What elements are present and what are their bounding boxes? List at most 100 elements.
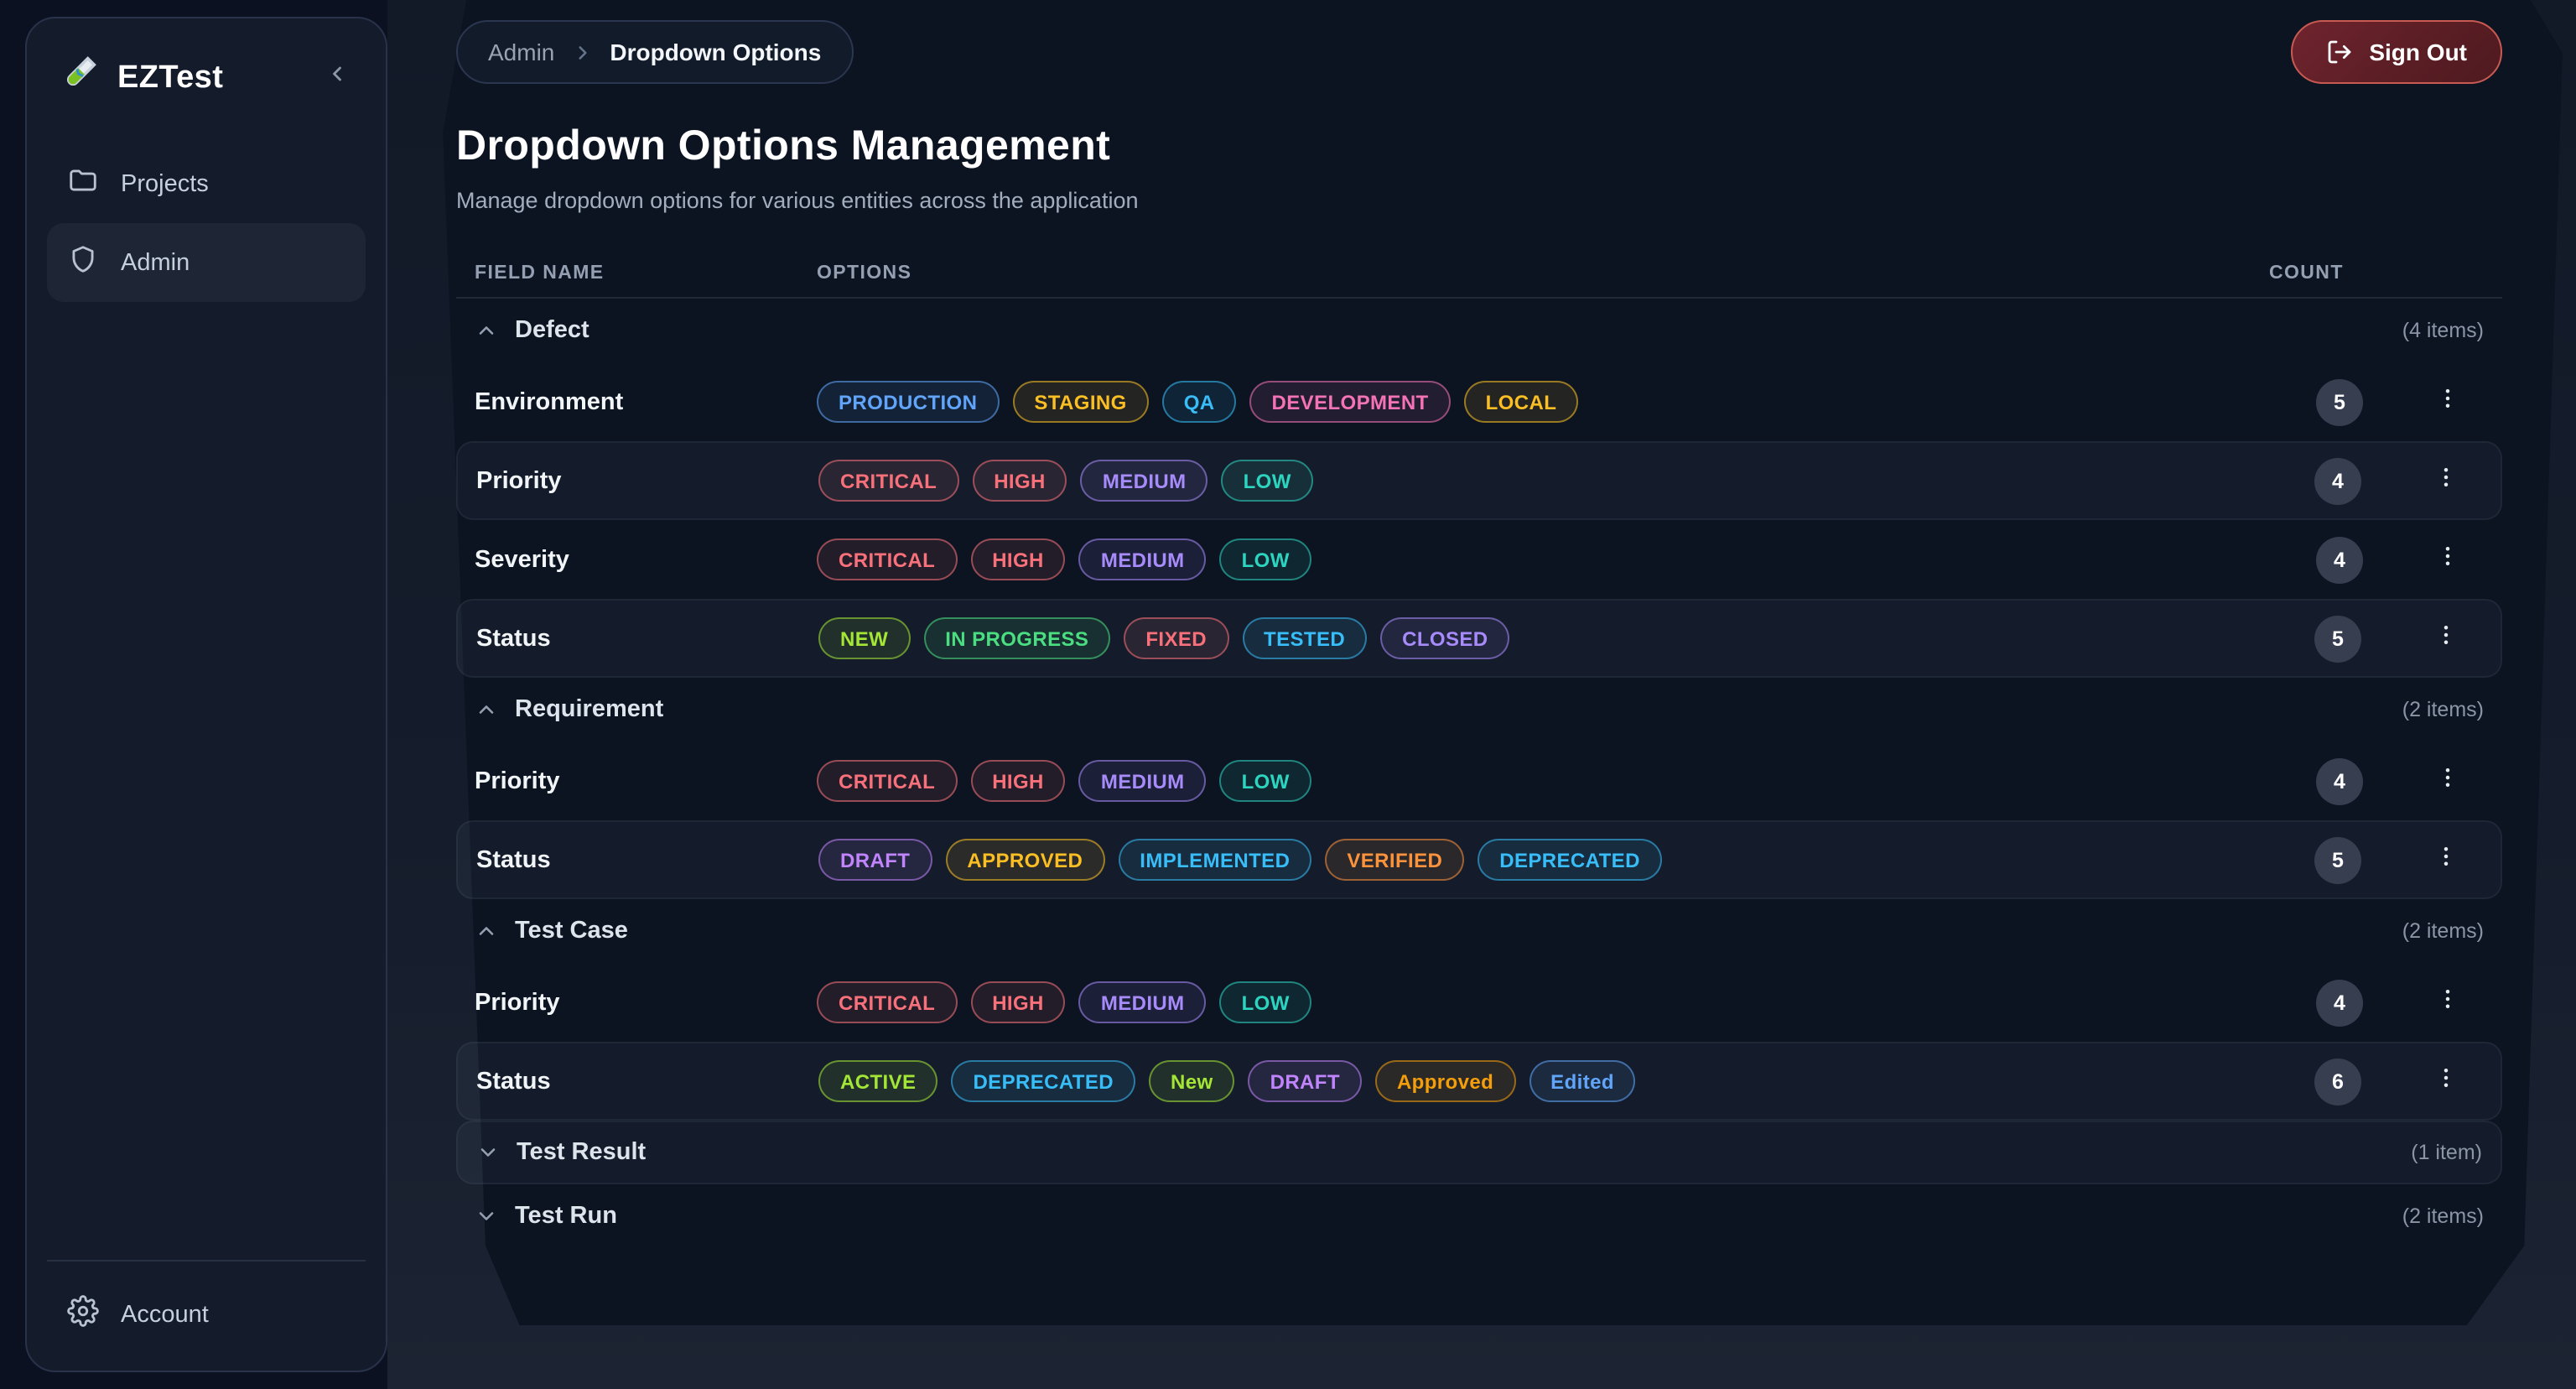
table-row: PriorityCRITICALHIGHMEDIUMLOW 4 (456, 441, 2502, 520)
row-menu-button[interactable] (2423, 459, 2467, 502)
breadcrumb-current: Dropdown Options (610, 39, 821, 65)
test-tube-icon (57, 52, 101, 104)
sidebar-item-account[interactable]: Account (47, 1275, 366, 1354)
row-menu-button[interactable] (2425, 759, 2469, 803)
count-badge: 4 (2314, 457, 2361, 504)
column-header-field-name: FIELD NAME (475, 263, 817, 283)
count-column: 4 (2269, 757, 2410, 804)
sidebar-footer: Account (47, 1260, 366, 1354)
option-badge: LOCAL (1464, 381, 1579, 423)
group-header-test-run[interactable]: Test Run(2 items) (456, 1184, 2502, 1248)
options-badges: PRODUCTIONSTAGINGQADEVELOPMENTLOCAL (817, 381, 2269, 423)
topbar: Admin Dropdown Options Sign Out (456, 0, 2502, 84)
chevron-down-icon (476, 1141, 500, 1164)
option-badge: LOW (1222, 460, 1313, 502)
option-badge: LOW (1220, 981, 1311, 1023)
table-row: StatusACTIVEDEPRECATEDNewDRAFTApprovedEd… (456, 1042, 2502, 1121)
row-menu-button[interactable] (2423, 1059, 2467, 1103)
sidebar-collapse-button[interactable] (325, 62, 356, 94)
count-badge: 5 (2316, 378, 2363, 425)
count-badge: 4 (2316, 757, 2363, 804)
row-menu-button[interactable] (2425, 981, 2469, 1024)
options-table: FIELD NAME OPTIONS COUNT Defect (4 items)… (456, 248, 2502, 1248)
group-header-defect[interactable]: Defect (4 items) (456, 299, 2502, 362)
sign-out-label: Sign Out (2369, 39, 2467, 65)
menu-column (2410, 759, 2484, 803)
option-badge: CLOSED (1380, 617, 1509, 659)
field-name: Status (476, 1068, 818, 1095)
sidebar-item-admin[interactable]: Admin (47, 223, 366, 302)
field-name: Priority (476, 467, 818, 494)
field-name: Status (476, 625, 818, 652)
count-badge: 5 (2314, 615, 2361, 662)
folder-icon (67, 164, 99, 203)
option-badge: FIXED (1124, 617, 1228, 659)
option-badge: DEPRECATED (951, 1060, 1135, 1102)
option-badge: CRITICAL (817, 538, 957, 580)
group-items-count: (1 item) (2411, 1141, 2482, 1164)
menu-column (2408, 459, 2482, 502)
breadcrumb-admin-link[interactable]: Admin (488, 39, 554, 65)
kebab-icon (2434, 986, 2459, 1019)
row-menu-button[interactable] (2423, 616, 2467, 660)
logout-icon (2325, 39, 2352, 65)
option-badge: ACTIVE (818, 1060, 937, 1102)
group-items-count: (4 items) (2402, 319, 2484, 342)
option-badge: CRITICAL (818, 460, 958, 502)
chevron-left-icon (325, 62, 349, 94)
sidebar-item-projects[interactable]: Projects (47, 144, 366, 223)
row-menu-button[interactable] (2425, 380, 2469, 424)
option-badge: QA (1162, 381, 1237, 423)
menu-column (2408, 616, 2482, 660)
group-name: Defect (515, 317, 589, 344)
options-badges: NEW IN PROGRESS FIXED TESTED CLOSED (818, 617, 2267, 659)
option-badge: TESTED (1242, 617, 1367, 659)
count-badge: 4 (2316, 536, 2363, 583)
count-badge: 4 (2316, 979, 2363, 1026)
field-name: Environment (475, 388, 817, 415)
main-content: Admin Dropdown Options Sign Out Dropdown… (387, 0, 2576, 1389)
menu-column (2410, 538, 2484, 581)
options-badges: ACTIVEDEPRECATEDNewDRAFTApprovedEdited (818, 1060, 2267, 1102)
count-column: 4 (2269, 979, 2410, 1026)
row-menu-button[interactable] (2425, 538, 2469, 581)
option-badge: STAGING (1012, 381, 1148, 423)
kebab-icon (2434, 764, 2459, 798)
menu-column (2408, 838, 2482, 882)
option-badge: DRAFT (1249, 1060, 1362, 1102)
group-name: Test Result (517, 1139, 646, 1166)
option-badge: DRAFT (818, 839, 932, 881)
option-badge: LOW (1220, 760, 1311, 802)
option-badge: NEW (818, 617, 910, 659)
options-badges: CRITICALHIGHMEDIUMLOW (818, 460, 2267, 502)
option-badge: Approved (1375, 1060, 1515, 1102)
option-badge: MEDIUM (1079, 538, 1207, 580)
group-header-test-case[interactable]: Test Case(2 items) (456, 899, 2502, 963)
page-title: Dropdown Options Management (456, 122, 2502, 171)
field-name: Priority (475, 767, 817, 794)
option-badge: CRITICAL (817, 760, 957, 802)
table-header-row: FIELD NAME OPTIONS COUNT (456, 248, 2502, 299)
menu-column (2410, 380, 2484, 424)
option-badge: IMPLEMENTED (1118, 839, 1311, 881)
group-name: Requirement (515, 696, 663, 723)
group-header-test-result[interactable]: Test Result (1 item) (456, 1121, 2502, 1184)
table-row: PriorityCRITICALHIGHMEDIUMLOW4 (456, 963, 2502, 1042)
option-badge: IN PROGRESS (923, 617, 1110, 659)
brand-title: EZTest (117, 60, 309, 96)
option-badge: LOW (1220, 538, 1311, 580)
sidebar: EZTest Projects Admin (25, 17, 387, 1372)
kebab-icon (2433, 622, 2458, 655)
options-badges: CRITICALHIGHMEDIUMLOW (817, 760, 2269, 802)
chevron-up-icon (475, 919, 498, 943)
kebab-icon (2433, 843, 2458, 877)
group-header-requirement[interactable]: Requirement(2 items) (456, 678, 2502, 741)
row-menu-button[interactable] (2423, 838, 2467, 882)
option-badge: HIGH (970, 538, 1066, 580)
group-name: Test Run (515, 1203, 617, 1230)
sign-out-button[interactable]: Sign Out (2290, 20, 2502, 84)
option-badge: HIGH (970, 760, 1066, 802)
kebab-icon (2434, 385, 2459, 419)
options-badges: CRITICAL HIGH MEDIUM LOW (817, 538, 2269, 580)
table-body: Defect(4 items)EnvironmentPRODUCTIONSTAG… (456, 299, 2502, 1248)
